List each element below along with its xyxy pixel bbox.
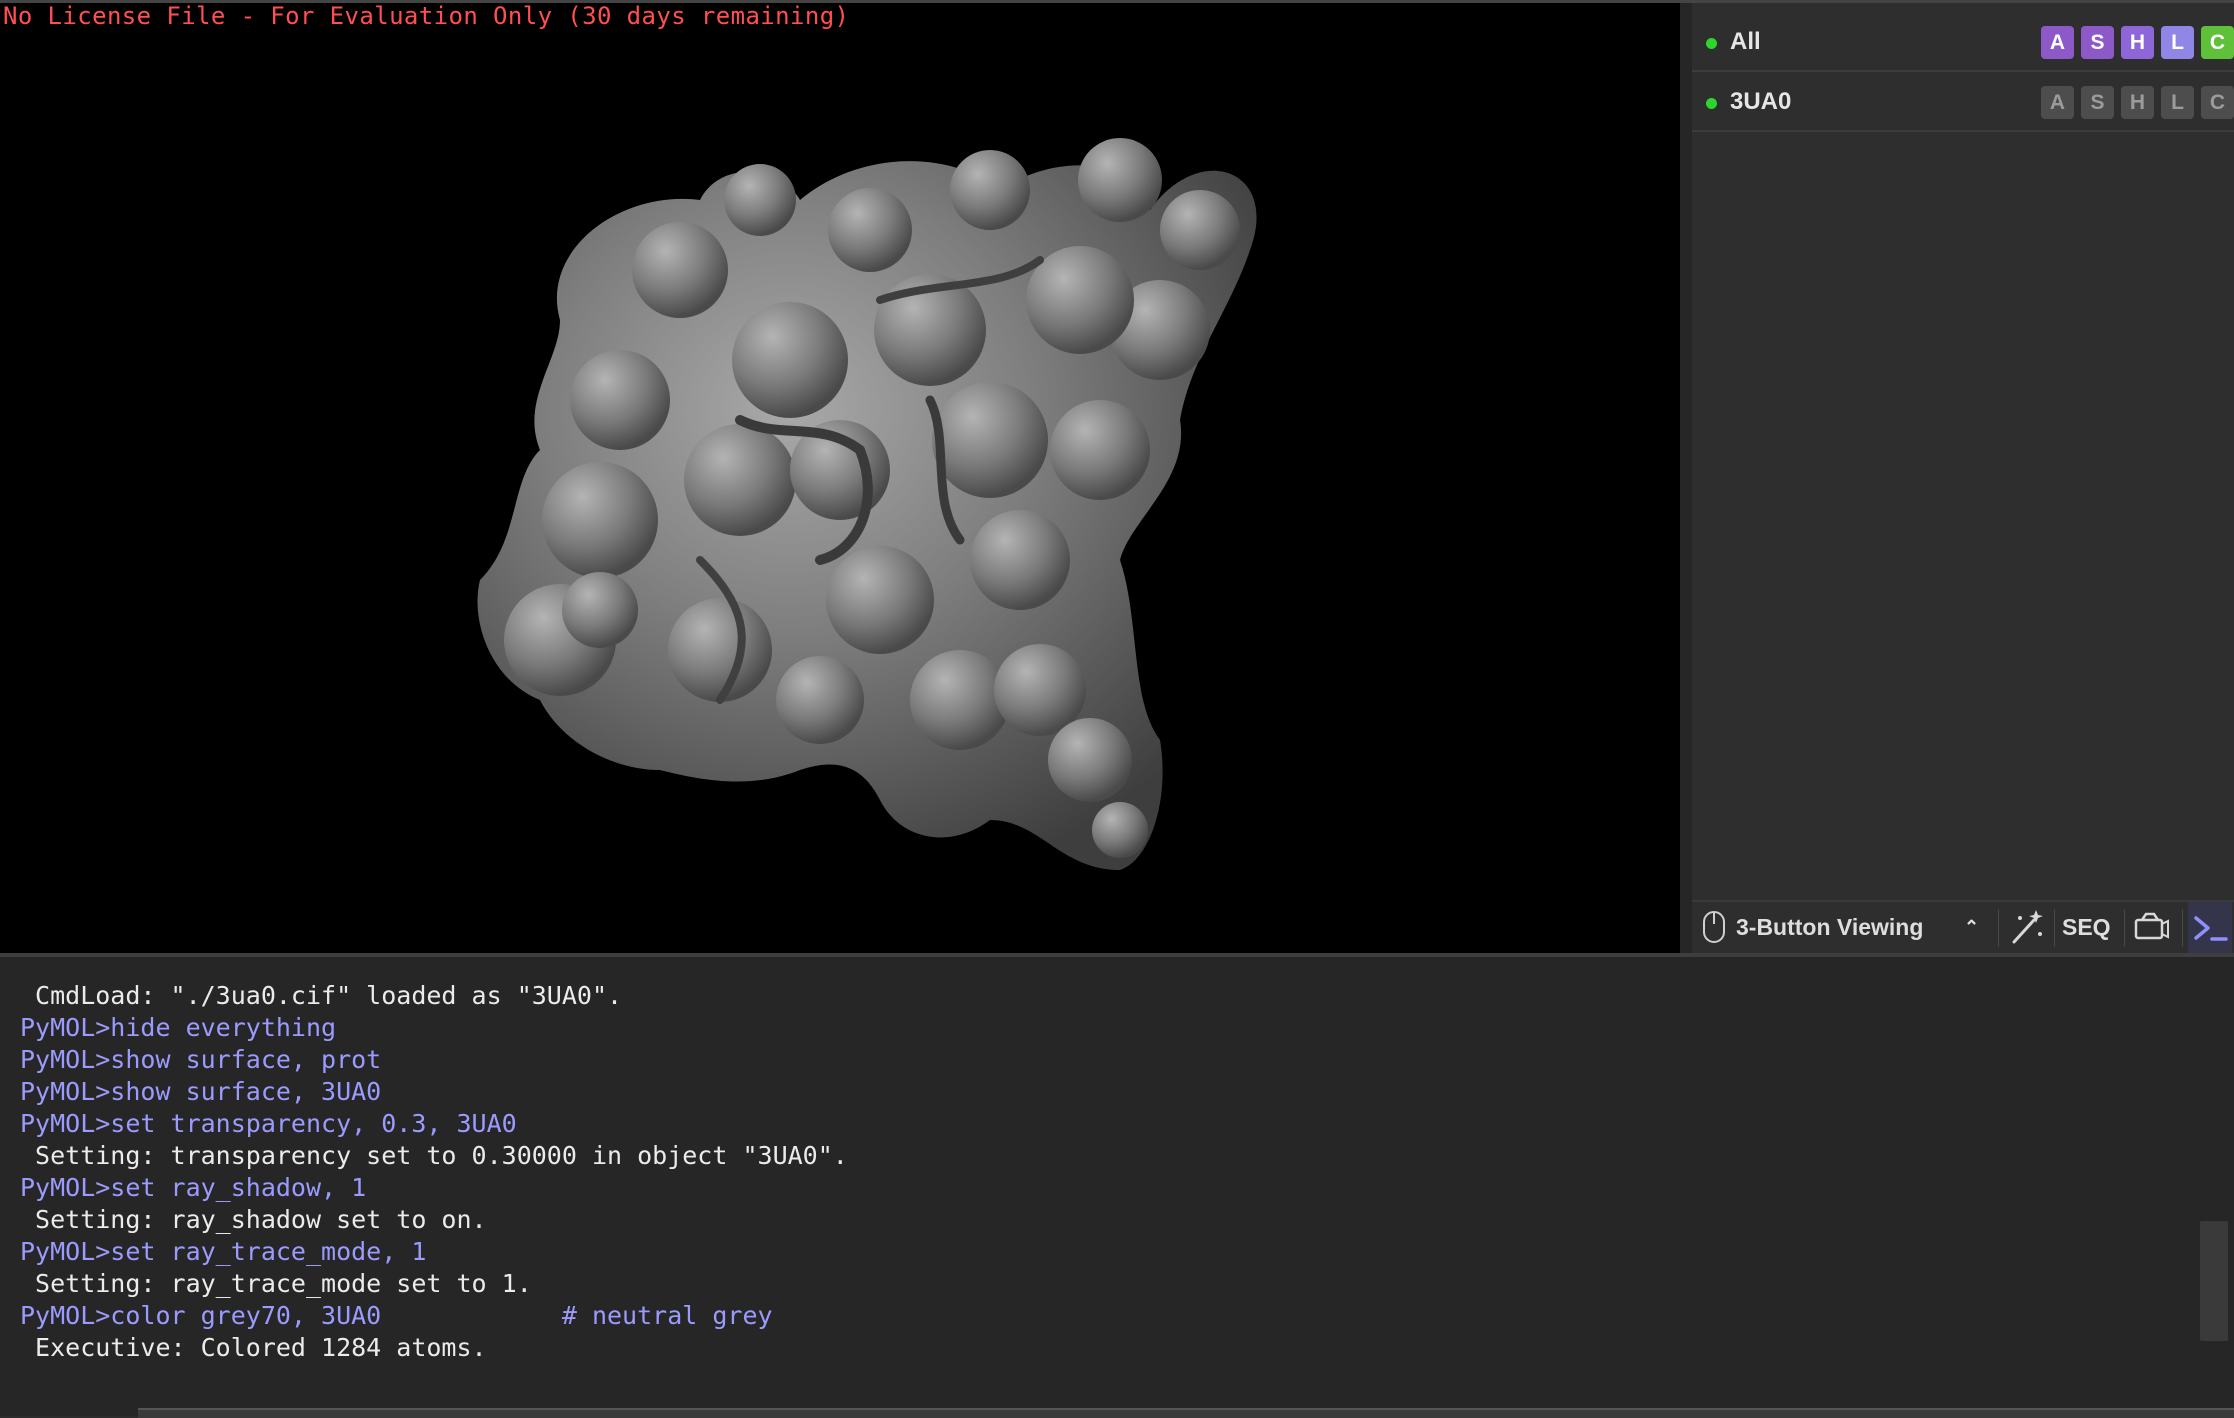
terminal-icon[interactable] xyxy=(2188,902,2232,953)
object-name[interactable]: All xyxy=(1730,28,1761,56)
camera-icon[interactable] xyxy=(2132,902,2172,953)
label-button[interactable]: L xyxy=(2161,86,2194,119)
show-button[interactable]: S xyxy=(2081,26,2114,59)
console-output-line: Setting: transparency set to 0.30000 in … xyxy=(20,1141,848,1170)
color-button[interactable]: C xyxy=(2201,26,2234,59)
console-command-line: PyMOL>hide everything xyxy=(20,1013,337,1042)
magic-wand-icon[interactable] xyxy=(2008,902,2048,953)
protein-surface-render xyxy=(477,138,1257,870)
console-output-line: Setting: ray_trace_mode set to 1. xyxy=(20,1269,532,1298)
console-command-line: PyMOL>set ray_trace_mode, 1 xyxy=(20,1237,427,1266)
console-command-line: PyMOL>color grey70, 3UA0 # neutral grey xyxy=(20,1301,773,1330)
console-output-line: CmdLoad: "./3ua0.cif" loaded as "3UA0". xyxy=(20,981,623,1010)
pymol-console[interactable]: CmdLoad: "./3ua0.cif" loaded as "3UA0". … xyxy=(0,953,2234,1416)
object-row-all[interactable]: All A S H L C xyxy=(1692,14,2234,72)
license-notice: No License File - For Evaluation Only (3… xyxy=(3,2,850,30)
console-command-line: PyMOL>set ray_shadow, 1 xyxy=(20,1173,367,1202)
object-row-3ua0[interactable]: 3UA0 A S H L C xyxy=(1692,74,2234,132)
action-button[interactable]: A xyxy=(2041,86,2074,119)
enabled-indicator[interactable] xyxy=(1706,98,1717,109)
seq-toggle-button[interactable]: SEQ xyxy=(2062,902,2111,953)
console-command-line: PyMOL>show surface, prot xyxy=(20,1045,382,1074)
console-command-line: PyMOL>show surface, 3UA0 xyxy=(20,1077,382,1106)
molecular-viewport[interactable]: No License File - For Evaluation Only (3… xyxy=(0,0,1680,953)
viewer-toolbar: 3-Button Viewing ⌃ SEQ xyxy=(1692,900,2234,953)
chevron-up-icon[interactable]: ⌃ xyxy=(1964,902,1984,953)
top-border xyxy=(0,0,2234,3)
console-scrollbar[interactable] xyxy=(2200,1221,2228,1341)
enabled-indicator[interactable] xyxy=(1706,38,1717,49)
action-button[interactable]: A xyxy=(2041,26,2074,59)
object-name[interactable]: 3UA0 xyxy=(1730,88,1791,116)
hide-button[interactable]: H xyxy=(2121,26,2154,59)
console-command-line: PyMOL>set transparency, 0.3, 3UA0 xyxy=(20,1109,517,1138)
color-button[interactable]: C xyxy=(2201,86,2234,119)
hide-button[interactable]: H xyxy=(2121,86,2154,119)
mouse-icon xyxy=(1700,902,1730,953)
show-button[interactable]: S xyxy=(2081,86,2114,119)
mouse-mode-selector[interactable]: 3-Button Viewing xyxy=(1736,902,1923,953)
object-panel: All A S H L C 3UA0 A S H L C xyxy=(1680,0,2234,953)
command-input[interactable] xyxy=(138,1408,2234,1418)
console-output-line: Executive: Colored 1284 atoms. xyxy=(20,1333,487,1362)
label-button[interactable]: L xyxy=(2161,26,2194,59)
console-output-line: Setting: ray_shadow set to on. xyxy=(20,1205,487,1234)
